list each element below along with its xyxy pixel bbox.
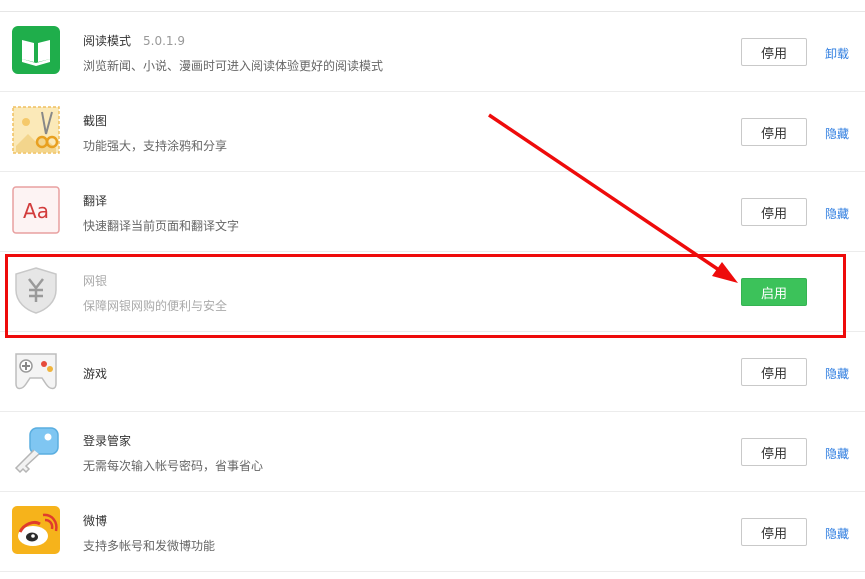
row-divider xyxy=(0,571,865,572)
hide-link[interactable]: 隐藏 xyxy=(825,205,849,222)
extension-row-screenshot: 截图 功能强大，支持涂鸦和分享 停用 隐藏 xyxy=(0,92,865,172)
extension-version: 5.0.1.9 xyxy=(143,34,185,48)
extension-description: 功能强大，支持涂鸦和分享 xyxy=(83,139,228,153)
hide-link[interactable]: 隐藏 xyxy=(825,445,849,462)
extension-description: 无需每次输入帐号密码，省事省心 xyxy=(83,459,264,473)
extension-row-login-manager: 登录管家 无需每次输入帐号密码，省事省心 停用 隐藏 xyxy=(0,412,865,492)
extension-description: 浏览新闻、小说、漫画时可进入阅读体验更好的阅读模式 xyxy=(83,59,384,73)
disable-button[interactable]: 停用 xyxy=(741,118,807,146)
svg-text:Aa: Aa xyxy=(23,199,49,223)
extension-name: 游戏 xyxy=(83,367,108,381)
weibo-icon xyxy=(12,506,60,554)
extension-name: 阅读模式 5.0.1.9 xyxy=(83,34,185,48)
key-icon xyxy=(12,426,60,474)
hide-link[interactable]: 隐藏 xyxy=(825,525,849,542)
extension-description: 支持多帐号和发微博功能 xyxy=(83,539,216,553)
extension-name: 登录管家 xyxy=(83,434,132,448)
extension-description: 保障网银网购的便利与安全 xyxy=(83,299,228,313)
extension-name: 网银 xyxy=(83,274,108,288)
extension-name: 翻译 xyxy=(83,194,108,208)
disable-button[interactable]: 停用 xyxy=(741,518,807,546)
hide-link[interactable]: 隐藏 xyxy=(825,365,849,382)
enable-button[interactable]: 启用 xyxy=(741,278,807,306)
extension-description: 快速翻译当前页面和翻译文字 xyxy=(83,219,240,233)
disable-button[interactable]: 停用 xyxy=(741,38,807,66)
extension-row-reading-mode: 阅读模式 5.0.1.9 浏览新闻、小说、漫画时可进入阅读体验更好的阅读模式 停用… xyxy=(0,12,865,92)
extension-row-bank: 网银 保障网银网购的便利与安全 启用 xyxy=(0,252,865,332)
uninstall-link[interactable]: 卸载 xyxy=(825,45,849,62)
hide-link[interactable]: 隐藏 xyxy=(825,125,849,142)
bank-shield-icon xyxy=(12,266,60,314)
extension-name: 微博 xyxy=(83,514,108,528)
screenshot-scissors-icon xyxy=(12,106,60,154)
extension-row-translate: Aa 翻译 快速翻译当前页面和翻译文字 停用 隐藏 xyxy=(0,172,865,252)
disable-button[interactable]: 停用 xyxy=(741,198,807,226)
reading-mode-icon xyxy=(12,26,60,74)
translate-icon: Aa xyxy=(12,186,60,234)
extension-row-weibo: 微博 支持多帐号和发微博功能 停用 隐藏 xyxy=(0,492,865,572)
extension-row-game: 游戏 停用 隐藏 xyxy=(0,332,865,412)
extension-name: 截图 xyxy=(83,114,108,128)
gamepad-icon xyxy=(12,346,60,394)
disable-button[interactable]: 停用 xyxy=(741,438,807,466)
disable-button[interactable]: 停用 xyxy=(741,358,807,386)
